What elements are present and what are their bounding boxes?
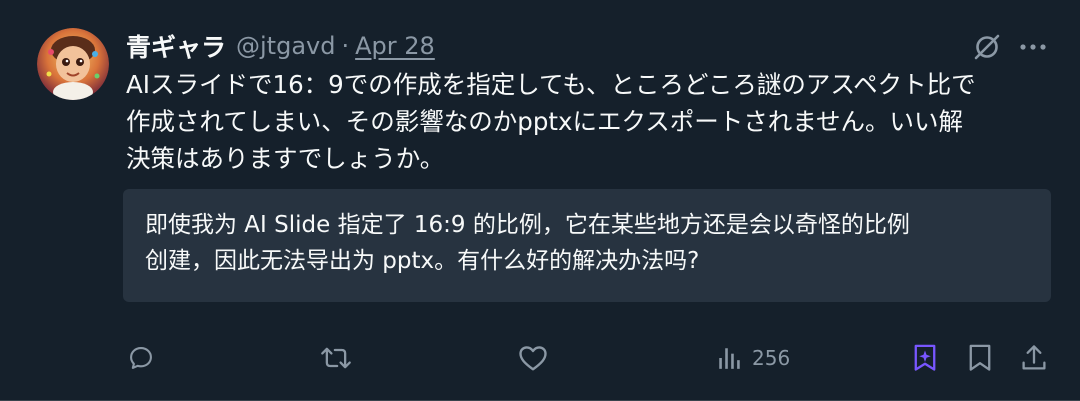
reply-icon [130,347,152,369]
retweet-button[interactable] [320,338,352,378]
views-count: 256 [752,346,791,370]
share-button[interactable] [1020,338,1048,378]
translation-box: 即使我为 AI Slide 指定了 16:9 的比例，它在某些地方还是会以奇怪的… [123,189,1051,302]
bookmark-button[interactable] [967,338,993,378]
more-options-button[interactable] [1016,32,1050,62]
tweet-header: 青ギャラ @jtgavd · Apr 28 [126,28,435,64]
translation-line: 即使我为 AI Slide 指定了 16:9 的比例，它在某些地方还是会以奇怪的… [145,212,910,238]
share-icon [1022,345,1046,370]
grok-button[interactable] [970,30,1004,64]
tweet-text-line: AIスライドで16：9での作成を指定しても、ところどころ謎のアスペクト比で [126,70,976,99]
views-button[interactable]: 256 [716,338,790,378]
translation-line: 创建，因此无法导出为 pptx。有什么好的解决办法吗? [145,248,700,274]
grok-explain-button[interactable] [911,338,939,378]
tweet-text-line: 作成されてしまい、その影響なのかpptxにエクスポートされません。いい解 [126,107,964,136]
more-icon [1020,44,1046,50]
action-bar: 256 [0,338,1080,378]
tweet[interactable]: 青ギャラ @jtgavd · Apr 28 AIスライドで16：9での作成を指定… [0,0,1080,401]
tweet-text-line: 決策はありますでしょうか。 [126,144,445,173]
retweet-icon [321,347,351,369]
bookmark-icon [969,344,991,371]
tweet-date[interactable]: Apr 28 [355,32,435,60]
author-display-name[interactable]: 青ギャラ [126,28,226,64]
like-button[interactable] [518,338,548,378]
views-icon [719,348,740,369]
grok-slash-icon [974,34,1000,60]
separator-dot: · [341,32,350,60]
tweet-text: AIスライドで16：9での作成を指定しても、ところどころ謎のアスペクト比で 作成… [126,66,1046,177]
like-icon [519,346,547,371]
reply-button[interactable] [127,338,155,378]
avatar[interactable] [37,28,109,100]
author-handle[interactable]: @jtgavd [236,32,335,60]
grok-icon [914,344,936,371]
